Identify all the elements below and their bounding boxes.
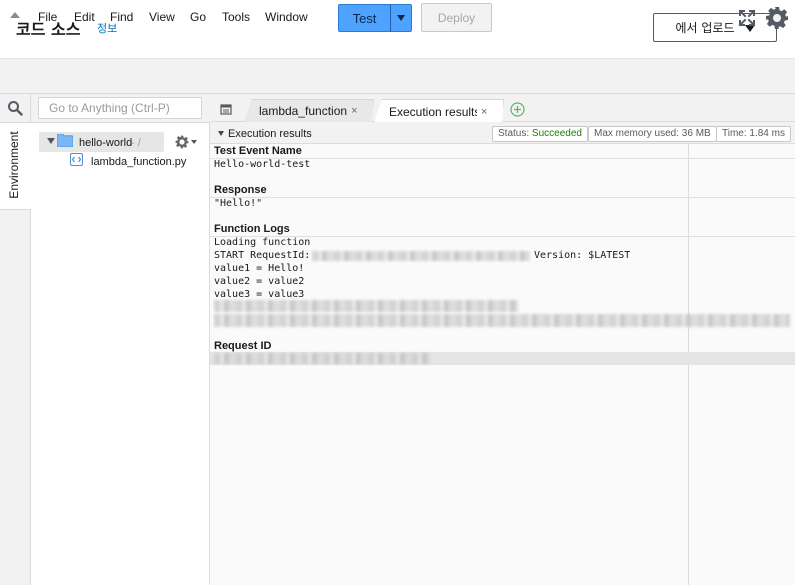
collapse-results-icon[interactable] <box>218 131 224 136</box>
test-button[interactable]: Test <box>338 4 391 32</box>
redacted-request-id <box>312 251 530 261</box>
tab-label: lambda_function <box>259 104 348 118</box>
menu-window[interactable]: Window <box>265 10 308 24</box>
upload-from-button[interactable]: 에서 업로드 <box>653 13 777 42</box>
divider <box>210 197 795 198</box>
function-logs-heading: Function Logs <box>214 223 290 235</box>
folder-icon <box>57 134 73 147</box>
redacted-request-id <box>214 353 430 364</box>
menu-view[interactable]: View <box>149 10 175 24</box>
redacted-log-line <box>214 314 790 327</box>
tab-lambda-function[interactable]: lambda_function × <box>244 99 374 122</box>
menu-bar <box>0 58 795 94</box>
time-badge: Time: 1.84 ms <box>716 126 791 142</box>
menu-file[interactable]: File <box>38 10 57 24</box>
close-icon[interactable]: × <box>481 106 487 118</box>
tab-label: Execution results <box>389 104 477 119</box>
deploy-button[interactable]: Deploy <box>421 3 492 32</box>
test-dropdown-button[interactable] <box>390 4 412 32</box>
chevron-down-icon[interactable] <box>191 140 197 144</box>
menu-tools[interactable]: Tools <box>222 10 250 24</box>
test-event-value: Hello-world-test <box>214 159 311 170</box>
goto-anything-input[interactable]: Go to Anything (Ctrl-P) <box>38 97 202 119</box>
folder-name: hello-world <box>79 137 133 149</box>
response-heading: Response <box>214 184 267 196</box>
status-value: Succeeded <box>531 128 582 139</box>
log-line: Loading function <box>214 237 311 248</box>
menu-go[interactable]: Go <box>190 10 206 24</box>
python-file-icon <box>70 153 83 166</box>
redacted-log-line <box>214 300 518 312</box>
response-value: "Hello!" <box>214 198 263 209</box>
log-start-suffix: Version: $LATEST <box>534 250 631 261</box>
folder-settings-gear-icon[interactable] <box>175 135 189 149</box>
folder-path: - / <box>131 137 141 149</box>
expand-icon[interactable] <box>738 9 756 27</box>
menu-edit[interactable]: Edit <box>74 10 95 24</box>
request-id-heading: Request ID <box>214 340 272 352</box>
environment-tab-label: Environment <box>7 131 21 199</box>
memory-badge: Max memory used: 36 MB <box>588 126 717 142</box>
results-title: Execution results <box>228 128 312 140</box>
log-line: value3 = value3 <box>214 289 305 300</box>
add-tab-icon[interactable] <box>510 102 525 117</box>
log-line: value1 = Hello! <box>214 263 305 274</box>
gear-icon[interactable] <box>765 6 789 30</box>
log-line: value2 = value2 <box>214 276 305 287</box>
menu-find[interactable]: Find <box>110 10 133 24</box>
tab-menu-icon[interactable] <box>220 104 232 115</box>
log-start-prefix: START RequestId: <box>214 250 311 261</box>
folder-expand-icon[interactable] <box>47 138 55 144</box>
upload-from-label: 에서 업로드 <box>675 21 735 35</box>
tab-execution-results[interactable]: Execution results × <box>374 99 504 123</box>
status-badge: Status: Succeeded <box>492 126 588 142</box>
collapse-toggle-icon[interactable] <box>10 12 20 18</box>
search-icon[interactable] <box>7 100 23 116</box>
test-event-heading: Test Event Name <box>214 145 302 157</box>
close-icon[interactable]: × <box>351 105 357 117</box>
chevron-down-icon <box>397 15 405 21</box>
file-lambda-function[interactable]: lambda_function.py <box>91 156 186 168</box>
